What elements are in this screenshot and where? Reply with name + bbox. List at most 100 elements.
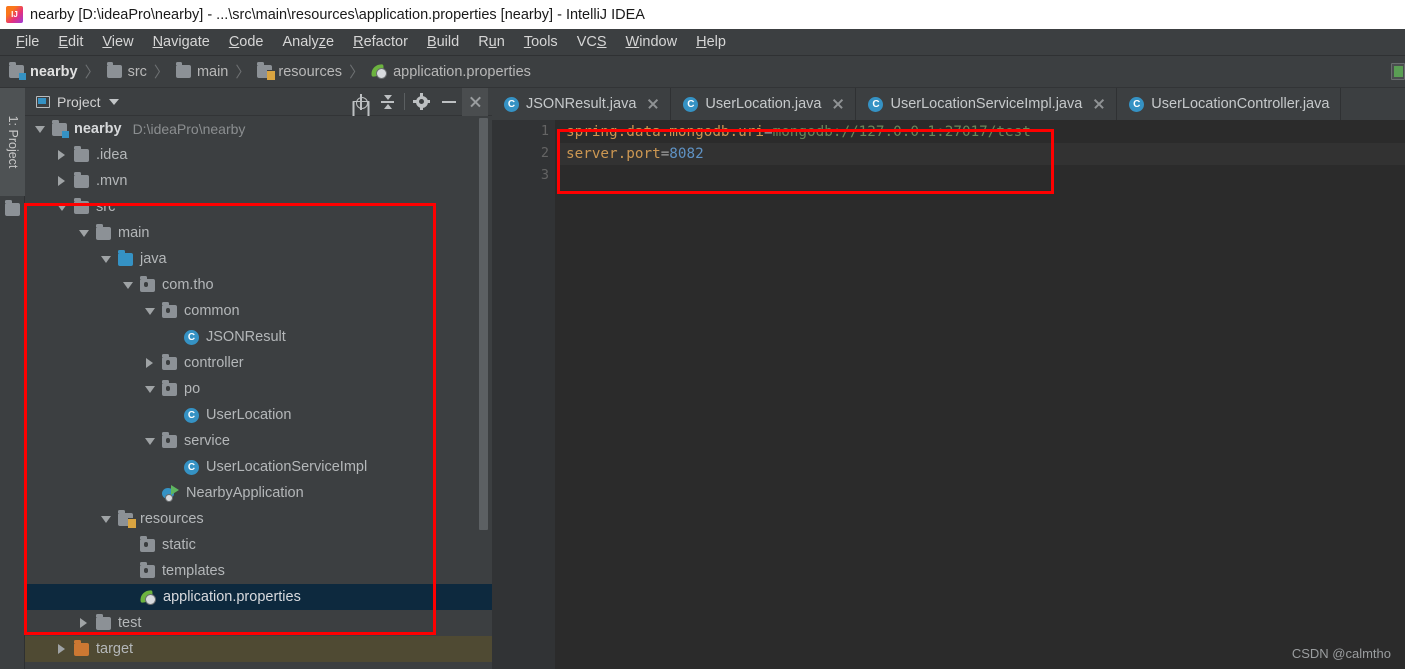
tree-node-static[interactable]: static [25,532,492,558]
menu-item-build[interactable]: Build [418,32,469,52]
tree-node-po[interactable]: po [25,376,492,402]
tree-node-application-properties[interactable]: application.properties [25,584,492,610]
breadcrumb-item-nearby[interactable]: nearby [9,62,78,80]
tree-node-java[interactable]: java [25,246,492,272]
chevron-down-icon[interactable] [54,194,70,220]
code-line[interactable]: spring.data.mongodb.uri=mongodb://127.0.… [558,121,1405,143]
editor-code[interactable]: spring.data.mongodb.uri=mongodb://127.0.… [558,120,1405,669]
java-class-icon [184,329,199,345]
menu-item-file[interactable]: File [7,32,49,52]
gear-icon[interactable] [408,89,435,115]
chevron-down-icon[interactable] [142,376,158,402]
tree-node-service[interactable]: service [25,428,492,454]
chevron-down-icon[interactable] [98,506,114,532]
tree-node-target[interactable]: target [25,636,492,662]
tree-node-label: controller [184,355,244,371]
tree-node--idea[interactable]: .idea [25,142,492,168]
editor-gutter[interactable]: 1 2 3 [492,120,558,669]
editor-tab-userlocationcontroller-java[interactable]: UserLocationController.java [1117,88,1342,120]
editor-tab-label: JSONResult.java [526,96,637,112]
code-line[interactable]: server.port=8082 [558,143,1405,165]
locate-icon[interactable] [347,89,374,115]
breadcrumb-item-src[interactable]: src [106,62,147,80]
chevron-down-icon[interactable] [32,116,48,142]
tree-node-label: application.properties [163,589,301,605]
menu-item-help[interactable]: Help [687,32,736,52]
menu-item-edit[interactable]: Edit [49,32,93,52]
tree-node-label: java [140,251,167,267]
chevron-down-icon[interactable] [76,220,92,246]
property-equals: = [763,124,773,140]
breadcrumb-item-main[interactable]: main [175,62,229,80]
editor-tab-userlocationserviceimpl-java[interactable]: UserLocationServiceImpl.java [856,88,1118,120]
tree-node-nearbyapplication[interactable]: NearbyApplication [25,480,492,506]
editor-tab-bar: JSONResult.java UserLocation.java UserLoca… [492,88,1405,120]
tree-node-com-tho[interactable]: com.tho [25,272,492,298]
tree-node-label: com.tho [162,277,214,293]
menu-item-view[interactable]: View [93,32,143,52]
package-icon [140,561,155,578]
chevron-right-icon[interactable] [142,350,158,376]
collapse-all-icon[interactable] [374,89,401,115]
editor-tab-jsonresult-java[interactable]: JSONResult.java [492,88,672,120]
menu-item-vcs[interactable]: VCS [568,32,617,52]
chevron-down-icon[interactable] [120,272,136,298]
code-line[interactable] [558,165,1405,187]
menu-item-code[interactable]: Code [220,32,274,52]
chevron-right-icon[interactable] [54,168,70,194]
excluded-folder-icon [74,639,89,656]
folder-icon [106,62,122,78]
menu-item-window[interactable]: Window [617,32,688,52]
project-tree[interactable]: nearby D:\ideaPro\nearby .idea .mvn src main j… [25,116,492,669]
folder-icon [96,613,111,630]
close-icon[interactable] [1092,98,1105,111]
tree-node-userlocation[interactable]: UserLocation [25,402,492,428]
java-class-icon [683,96,699,112]
project-tree-scrollbar[interactable] [479,118,488,530]
menu-item-analyze[interactable]: Analyze [274,32,345,52]
chevron-right-icon[interactable] [76,610,92,636]
tree-node-nearby[interactable]: nearby D:\ideaPro\nearby [25,116,492,142]
tree-node-path: D:\ideaPro\nearby [132,121,246,137]
tree-node-spacer [164,324,180,350]
editor-tab-label: UserLocationController.java [1151,96,1330,112]
breadcrumb-item-application-properties[interactable]: application.properties [371,64,531,80]
chevron-right-icon[interactable] [54,636,70,662]
tree-node-controller[interactable]: controller [25,350,492,376]
folder-icon[interactable] [5,200,20,216]
breadcrumb-right-icon[interactable] [1391,63,1405,80]
breadcrumb-item-resources[interactable]: resources [257,62,342,80]
menu-item-run[interactable]: Run [469,32,515,52]
tree-node-src[interactable]: src [25,194,492,220]
tree-node-jsonresult[interactable]: JSONResult [25,324,492,350]
tree-node--mvn[interactable]: .mvn [25,168,492,194]
tool-window-button-project[interactable]: 1: Project [0,88,25,196]
minimize-icon[interactable] [435,89,462,115]
breadcrumb-separator: 〉 [235,64,251,81]
menu-item-refactor[interactable]: Refactor [344,32,418,52]
menu-item-navigate[interactable]: Navigate [144,32,220,52]
line-number: 2 [540,145,549,161]
close-icon[interactable] [831,98,844,111]
tree-node-userlocationserviceimpl[interactable]: UserLocationServiceImpl [25,454,492,480]
chevron-down-icon[interactable] [108,98,119,105]
java-class-icon [504,96,519,112]
chevron-right-icon[interactable] [54,142,70,168]
breadcrumb-item-label: main [196,63,229,80]
package-icon [140,535,155,552]
close-icon[interactable] [462,87,488,116]
editor-tab-userlocation-java[interactable]: UserLocation.java [671,88,857,120]
close-icon[interactable] [646,98,659,111]
tree-node-common[interactable]: common [25,298,492,324]
menu-item-tools[interactable]: Tools [515,32,568,52]
folder-icon [74,197,89,214]
property-key: spring.data.mongodb.uri [566,124,764,140]
chevron-down-icon[interactable] [98,246,114,272]
tree-node-templates[interactable]: templates [25,558,492,584]
tree-node-main[interactable]: main [25,220,492,246]
chevron-down-icon[interactable] [142,298,158,324]
breadcrumb-separator: 〉 [84,64,100,81]
tree-node-test[interactable]: test [25,610,492,636]
tree-node-resources[interactable]: resources [25,506,492,532]
chevron-down-icon[interactable] [142,428,158,454]
